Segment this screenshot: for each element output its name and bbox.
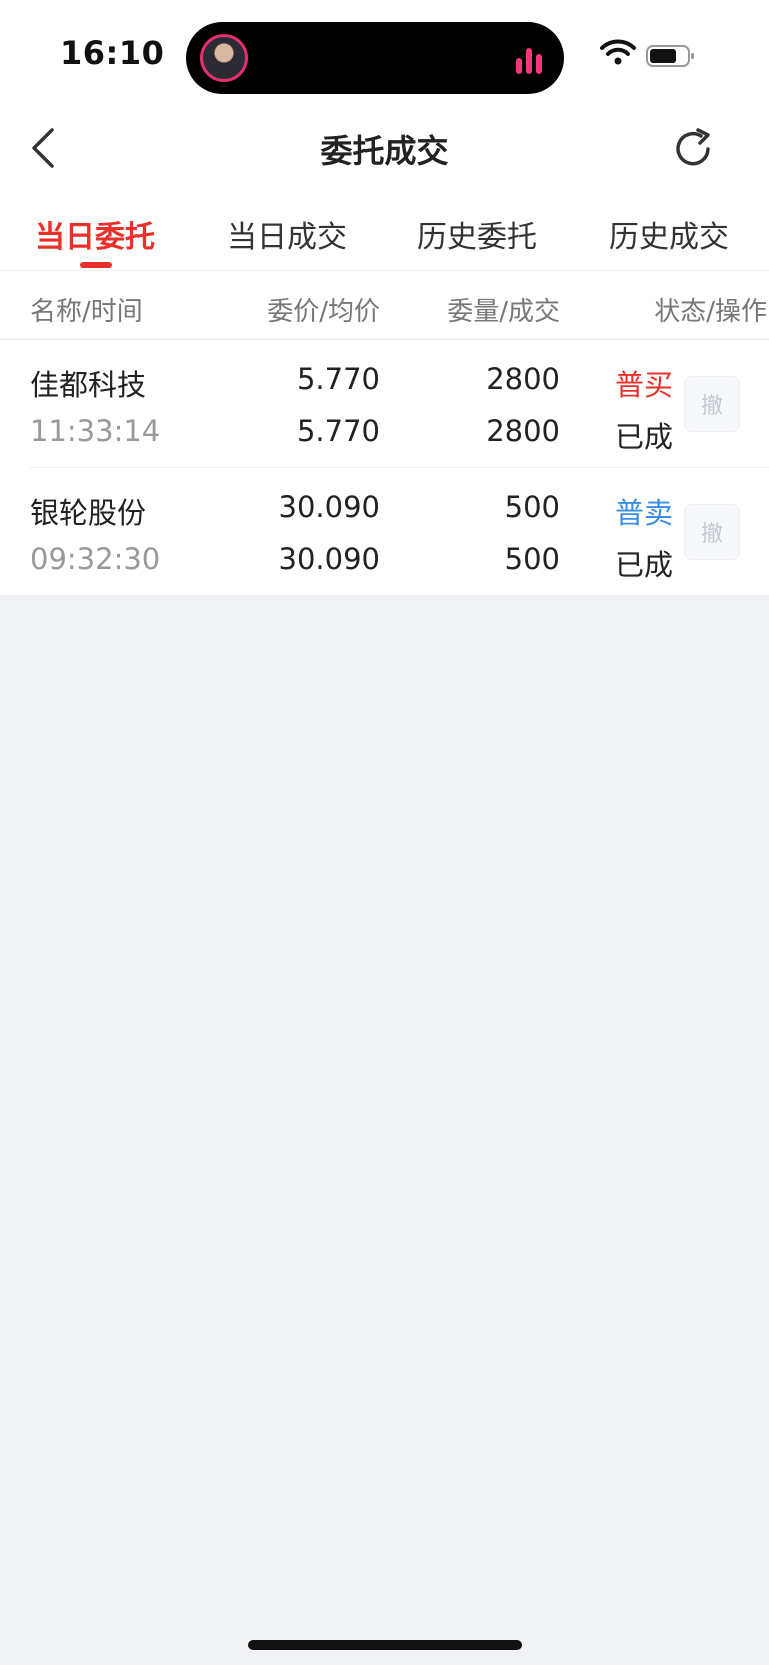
filled-quantity: 2800 <box>486 414 560 448</box>
order-price: 5.770 <box>296 362 380 396</box>
order-type-sell: 普卖 <box>615 496 674 530</box>
tab-today-trades[interactable]: 当日成交 <box>227 212 347 256</box>
live-avatar <box>200 34 248 82</box>
order-quantity: 2800 <box>486 362 560 396</box>
avg-price: 5.770 <box>296 414 380 448</box>
page-title: 委托成交 <box>320 132 449 170</box>
audio-bars-icon <box>516 44 546 74</box>
battery-icon <box>646 45 694 67</box>
active-tab-indicator <box>80 262 112 268</box>
cancel-order-button[interactable]: 撤 <box>684 376 740 432</box>
stock-name: 银轮股份 <box>30 496 147 530</box>
table-header: 名称/时间 委价/均价 委量/成交 状态/操作 <box>0 270 769 340</box>
header-name-time: 名称/时间 <box>30 297 143 327</box>
wifi-icon <box>600 39 636 65</box>
order-quantity: 500 <box>504 490 560 524</box>
dynamic-island[interactable] <box>186 22 564 94</box>
tab-history-orders[interactable]: 历史委托 <box>417 212 537 256</box>
avg-price: 30.090 <box>278 542 380 576</box>
order-status: 已成 <box>615 548 674 582</box>
header-price: 委价/均价 <box>267 297 380 327</box>
status-time: 16:10 <box>60 34 165 72</box>
filled-quantity: 500 <box>504 542 560 576</box>
refresh-icon[interactable] <box>668 124 718 174</box>
order-time: 09:32:30 <box>30 542 161 576</box>
table-row[interactable]: 佳都科技 11:33:14 5.770 5.770 2800 2800 普买 已… <box>0 340 769 468</box>
table-row[interactable]: 银轮股份 09:32:30 30.090 30.090 500 500 普卖 已… <box>0 468 769 596</box>
order-price: 30.090 <box>278 490 380 524</box>
home-indicator[interactable] <box>248 1640 522 1650</box>
header-quantity: 委量/成交 <box>447 297 560 327</box>
order-time: 11:33:14 <box>30 414 161 448</box>
order-status: 已成 <box>615 420 674 454</box>
header-status-action: 状态/操作 <box>654 297 767 327</box>
stock-name: 佳都科技 <box>30 368 147 402</box>
order-type-buy: 普买 <box>615 368 674 402</box>
tab-today-orders[interactable]: 当日委托 <box>35 212 155 256</box>
tab-history-trades[interactable]: 历史成交 <box>609 212 729 256</box>
cancel-order-button[interactable]: 撤 <box>684 504 740 560</box>
